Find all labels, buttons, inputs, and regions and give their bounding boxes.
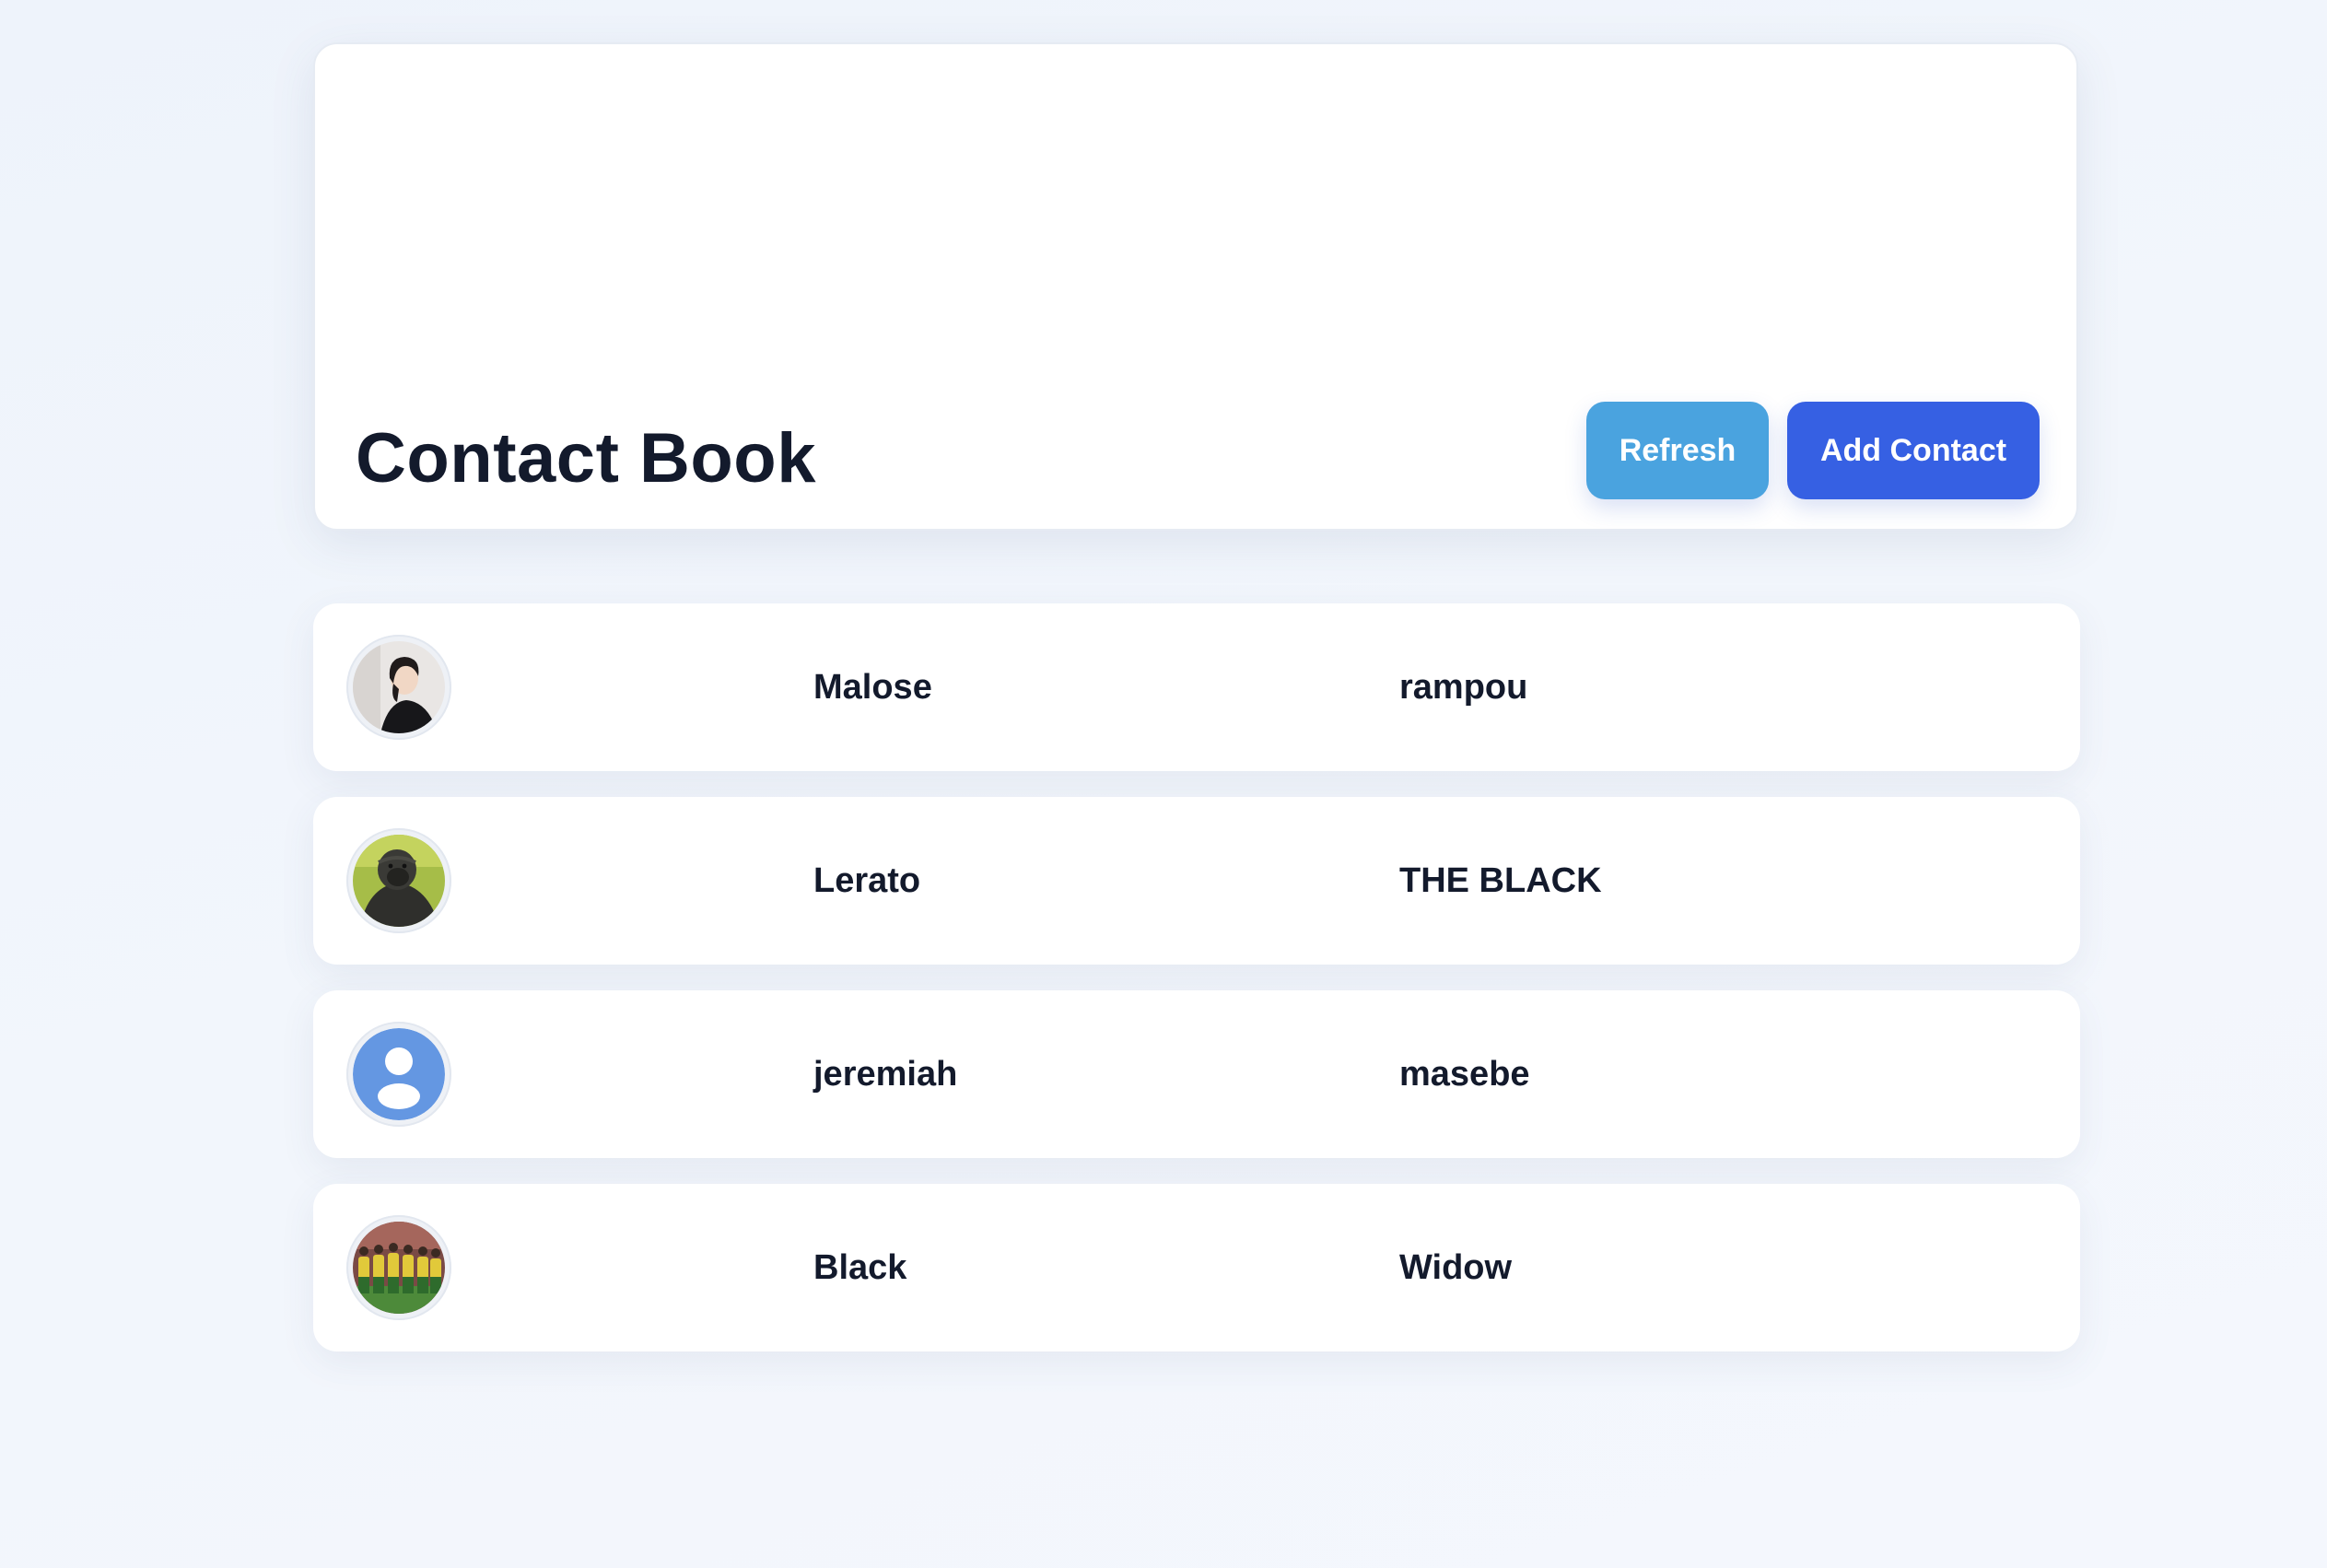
- header-card: Contact Book Refresh Add Contact: [313, 42, 2078, 531]
- contact-last-name: masebe: [1399, 1055, 1530, 1094]
- default-user-icon: [353, 1028, 445, 1120]
- gorilla-photo-icon: [353, 835, 445, 927]
- contact-row[interactable]: Black Widow: [313, 1184, 2080, 1352]
- contact-row[interactable]: Malose rampou: [313, 603, 2080, 771]
- avatar: [346, 635, 451, 740]
- avatar: [346, 828, 451, 933]
- page-title: Contact Book: [356, 419, 816, 497]
- refresh-button[interactable]: Refresh: [1586, 402, 1769, 499]
- contact-last-name: THE BLACK: [1399, 861, 1602, 900]
- contact-last-name: Widow: [1399, 1248, 1513, 1287]
- team-photo-icon: [353, 1222, 445, 1314]
- contact-first-name: Lerato: [813, 861, 921, 900]
- contact-row[interactable]: jeremiah masebe: [313, 990, 2080, 1158]
- contact-list: Malose rampou Lerato THE BLACK jeremiah …: [313, 603, 2080, 1377]
- contact-last-name: rampou: [1399, 668, 1528, 707]
- contact-first-name: jeremiah: [813, 1055, 958, 1094]
- contact-row[interactable]: Lerato THE BLACK: [313, 797, 2080, 965]
- add-contact-button[interactable]: Add Contact: [1787, 402, 2040, 499]
- woman-portrait-icon: [353, 641, 445, 733]
- avatar: [346, 1215, 451, 1320]
- contact-first-name: Black: [813, 1248, 907, 1287]
- contact-first-name: Malose: [813, 668, 932, 707]
- avatar: [346, 1022, 451, 1127]
